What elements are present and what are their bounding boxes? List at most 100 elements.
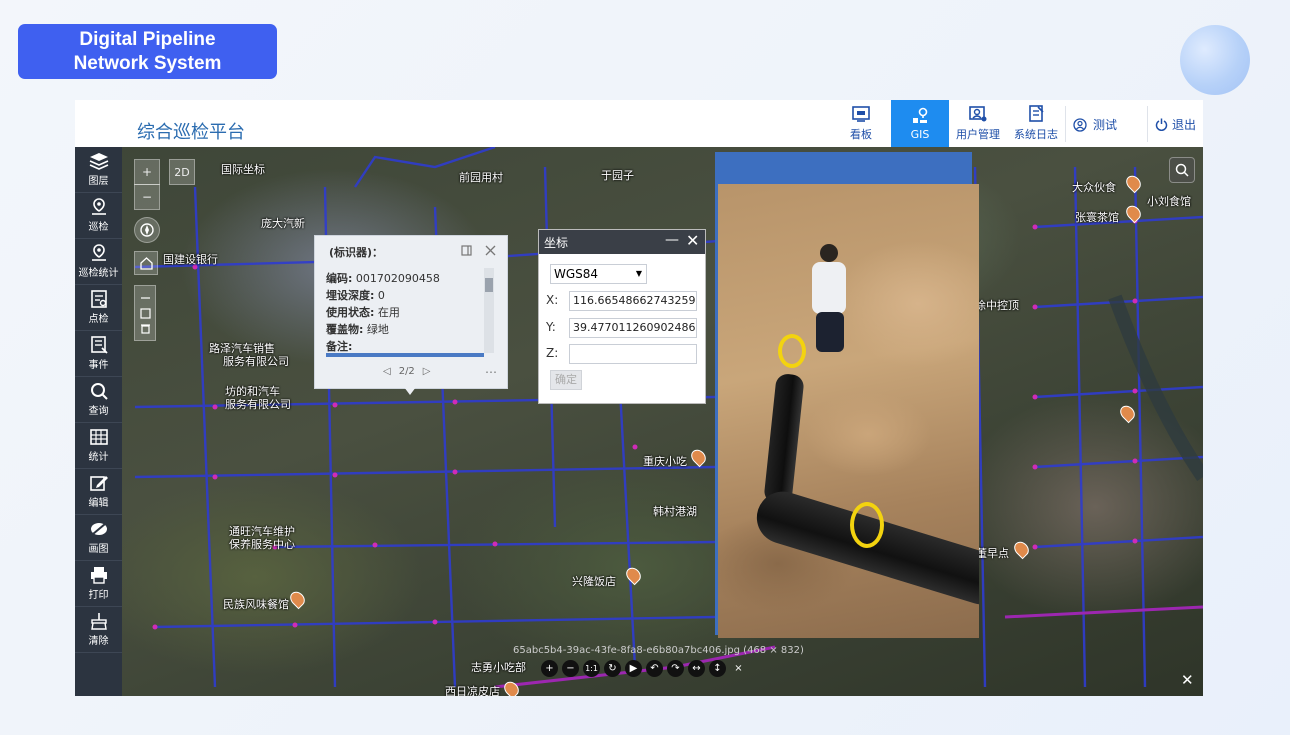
search-icon (90, 383, 108, 400)
map-label: 庞大汽新 (261, 217, 305, 230)
map-label: 国建设银行 (163, 253, 218, 266)
site-photo[interactable] (718, 184, 979, 638)
z-label: Z: (546, 346, 559, 360)
popup-field-code: 编码: 001702090458 (326, 270, 440, 286)
viewer-reset-button[interactable]: ↻ (604, 660, 621, 677)
z-coordinate-input[interactable] (569, 344, 697, 364)
sidebar-item-edit[interactable]: 编辑 (75, 469, 122, 515)
sidebar-item-clear[interactable]: 清除 (75, 607, 122, 653)
brand-line-2: Network System (73, 52, 222, 74)
popup-horizontal-scrollbar[interactable] (326, 353, 484, 357)
field-value: 在用 (377, 306, 400, 319)
gis-map-icon (913, 107, 928, 123)
next-page-icon[interactable]: ▷ (423, 366, 431, 377)
gis-map[interactable]: 国际坐标 庞大汽新 国建设银行 路泽汽车销售 服务有限公司 坊的和汽车 服务有限… (75, 147, 1203, 696)
compass-icon (140, 223, 154, 237)
viewer-close-button[interactable]: × (730, 660, 747, 677)
zoom-in-button[interactable]: + (134, 159, 160, 185)
crs-selected-value: WGS84 (554, 267, 599, 281)
zoom-out-button[interactable]: − (134, 184, 160, 210)
sidebar-item-label: 查询 (88, 406, 109, 417)
power-icon (1155, 118, 1168, 131)
field-key: 使用状态: (326, 306, 375, 319)
viewer-actual-size-button[interactable]: 1:1 (583, 660, 600, 677)
popup-pager: ◁ 2/2 ▷ (383, 366, 431, 377)
map-label: 西日凉皮店 (445, 685, 500, 696)
measure-tools[interactable] (134, 285, 156, 341)
tool-sidebar: 图层 巡检 巡检统计 点检 事件 查询 统计 编辑 画图 打印 清除 (75, 147, 122, 696)
brand-line-1: Digital Pipeline (79, 28, 216, 50)
map-label: 国际坐标 (221, 163, 265, 176)
home-icon (139, 256, 153, 270)
home-button[interactable] (134, 251, 158, 275)
close-icon[interactable]: ✕ (1181, 671, 1194, 689)
table-icon (89, 429, 108, 445)
sidebar-item-statistics[interactable]: 统计 (75, 423, 122, 469)
sidebar-item-spot-check[interactable]: 点检 (75, 285, 122, 331)
x-label: X: (546, 293, 559, 307)
sidebar-item-event[interactable]: 事件 (75, 331, 122, 377)
sidebar-item-layers[interactable]: 图层 (75, 147, 122, 193)
user-menu[interactable]: 测试 (1073, 116, 1117, 133)
close-icon[interactable]: ✕ (686, 231, 699, 250)
maximize-icon[interactable] (461, 245, 472, 256)
map-label: 前园用村 (459, 171, 503, 184)
sidebar-item-query[interactable]: 查询 (75, 377, 122, 423)
prev-page-icon[interactable]: ◁ (383, 366, 391, 377)
sidebar-item-label: 事件 (88, 360, 109, 371)
y-coordinate-input[interactable]: 39.477011260902486 (569, 318, 697, 338)
map-label: 民族风味餐馆 (223, 598, 289, 611)
viewer-zoom-in-button[interactable]: + (541, 660, 558, 677)
close-icon[interactable] (485, 245, 496, 256)
sidebar-item-print[interactable]: 打印 (75, 561, 122, 607)
map-search-button[interactable] (1169, 157, 1195, 183)
viewer-rotate-left-button[interactable]: ↶ (646, 660, 663, 677)
page-title: 综合巡检平台 (137, 122, 245, 143)
viewer-play-button[interactable]: ▶ (625, 660, 642, 677)
photo-viewer (715, 152, 979, 638)
worker-figure (798, 244, 858, 354)
sidebar-item-draw[interactable]: 画图 (75, 515, 122, 561)
viewer-rotate-right-button[interactable]: ↷ (667, 660, 684, 677)
popup-vertical-scrollbar[interactable] (484, 268, 494, 353)
scrollbar-thumb[interactable] (485, 278, 493, 292)
area-icon (139, 307, 151, 319)
more-options-icon[interactable]: ⋯ (485, 365, 497, 379)
field-value: 绿地 (366, 323, 389, 336)
page-indicator: 2/2 (398, 366, 415, 377)
brand-badge: Digital Pipeline Network System (18, 24, 277, 79)
confirm-button[interactable]: 确定 (550, 370, 582, 390)
coordinate-panel: 坐标 — ✕ WGS84 ▼ X: 116.665486627432​59 Y:… (538, 229, 706, 404)
crs-select[interactable]: WGS84 ▼ (550, 264, 647, 284)
nav-dashboard[interactable]: 看板 (832, 100, 890, 147)
viewer-flip-vertical-button[interactable]: ↕ (709, 660, 726, 677)
sidebar-item-label: 点检 (88, 314, 109, 325)
viewer-flip-horizontal-button[interactable]: ↔ (688, 660, 705, 677)
users-icon (969, 106, 987, 122)
map-label: 徐中控顶 (975, 299, 1019, 312)
sidebar-item-inspection[interactable]: 巡检 (75, 193, 122, 239)
popup-title: (标识器)： (329, 246, 384, 259)
x-coordinate-input[interactable]: 116.665486627432​59 (569, 291, 697, 311)
logout-button[interactable]: 退出 (1155, 116, 1196, 133)
logout-label: 退出 (1172, 118, 1197, 132)
decorative-orb (1180, 25, 1250, 95)
log-icon (1029, 105, 1044, 122)
map-label: 于园子 (601, 169, 634, 182)
minimize-icon[interactable]: — (665, 232, 679, 248)
sidebar-item-label: 编辑 (88, 498, 109, 509)
nav-system-log[interactable]: 系统日志 (1007, 100, 1065, 147)
sidebar-item-label: 清除 (88, 636, 109, 647)
popup-field-depth: 埋设深度: 0 (326, 287, 385, 303)
popup-field-cover: 覆盖物: 绿地 (326, 321, 389, 337)
nav-gis[interactable]: GIS (891, 100, 949, 147)
sidebar-item-inspection-stats[interactable]: 巡检统计 (75, 239, 122, 285)
popup-pointer (404, 387, 416, 395)
nav-gis-label: GIS (910, 127, 930, 141)
sidebar-item-label: 画图 (88, 544, 109, 555)
view-2d-button[interactable]: 2D (169, 159, 195, 185)
nav-user-management[interactable]: 用户管理 (949, 100, 1007, 147)
pipe-vertical (763, 372, 805, 506)
viewer-zoom-out-button[interactable]: − (562, 660, 579, 677)
compass-button[interactable] (134, 217, 160, 243)
